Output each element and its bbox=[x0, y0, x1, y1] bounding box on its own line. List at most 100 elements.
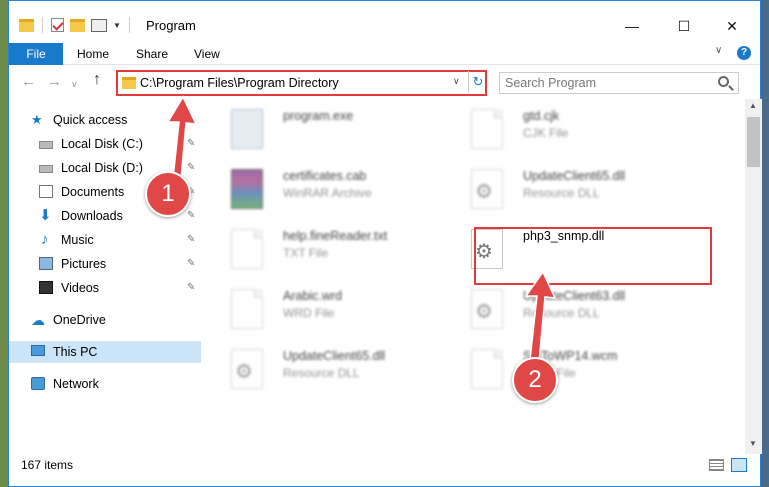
file-name: UpdateClient65.dll bbox=[283, 349, 386, 363]
network-icon bbox=[31, 377, 45, 390]
file-type: Resource DLL bbox=[523, 306, 600, 320]
file-item[interactable]: UpdateClient65.dll Resource DLL bbox=[449, 165, 679, 221]
new-folder-icon[interactable] bbox=[70, 18, 85, 32]
sidebar-item-label: Music bbox=[61, 233, 94, 247]
pictures-icon bbox=[39, 257, 53, 270]
navigation-bar: ← → ∨ ↑ C:\Program Files\Program Directo… bbox=[9, 67, 760, 99]
sidebar-item-local-disk-c[interactable]: Local Disk (C:) ✎ bbox=[9, 133, 201, 155]
step-badge-1: 1 bbox=[145, 171, 191, 217]
pin-icon[interactable]: ✎ bbox=[187, 205, 195, 227]
properties-icon[interactable] bbox=[91, 18, 107, 32]
step-badge-2: 2 bbox=[512, 357, 558, 403]
folder-icon bbox=[19, 18, 34, 32]
ribbon: File Home Share View ∨ ? bbox=[9, 43, 760, 65]
sidebar-item-label: Documents bbox=[61, 185, 125, 199]
tab-share[interactable]: Share bbox=[136, 43, 168, 65]
onedrive-icon: ☁ bbox=[31, 312, 45, 328]
vertical-scrollbar[interactable]: ▲ ▼ bbox=[745, 99, 762, 454]
file-name: gtd.cjk bbox=[523, 109, 560, 123]
file-name: UpdateClient65.dll bbox=[523, 169, 626, 183]
file-name: Arabic.wrd bbox=[283, 289, 343, 303]
up-button[interactable]: ↑ bbox=[93, 71, 101, 89]
sidebar-item-label: Pictures bbox=[61, 257, 107, 271]
file-item[interactable]: Arabic.wrd WRD File bbox=[209, 285, 439, 341]
item-count: 167 items bbox=[21, 458, 74, 472]
scroll-down-icon[interactable]: ▼ bbox=[749, 439, 757, 448]
dll-icon bbox=[471, 289, 503, 329]
details-view-icon[interactable] bbox=[709, 459, 724, 471]
search-box[interactable] bbox=[499, 72, 739, 94]
folder-icon bbox=[122, 77, 136, 89]
sidebar-item-label: OneDrive bbox=[53, 313, 106, 327]
winrar-icon bbox=[231, 169, 263, 209]
close-button[interactable]: ✕ bbox=[709, 11, 755, 41]
pin-icon[interactable]: ✎ bbox=[187, 157, 195, 179]
sidebar-item-network[interactable]: Network bbox=[9, 373, 201, 395]
forward-button[interactable]: → bbox=[47, 73, 62, 90]
recent-locations-button[interactable]: ∨ bbox=[71, 79, 78, 90]
star-icon: ★ bbox=[31, 112, 43, 127]
tab-home[interactable]: Home bbox=[77, 43, 109, 65]
refresh-button[interactable]: ↻ bbox=[468, 71, 487, 93]
file-type: TXT File bbox=[283, 246, 329, 260]
search-input[interactable] bbox=[505, 76, 705, 90]
file-name: help.fineReader.txt bbox=[283, 229, 388, 243]
file-type: Resource DLL bbox=[523, 186, 600, 200]
help-icon[interactable]: ? bbox=[737, 46, 751, 60]
sidebar-item-videos[interactable]: Videos ✎ bbox=[9, 277, 201, 299]
file-item[interactable]: UpdateClient63.dll Resource DLL bbox=[449, 285, 679, 341]
tab-file[interactable]: File bbox=[9, 43, 63, 65]
file-name: certificates.cab bbox=[283, 169, 367, 183]
address-bar[interactable]: C:\Program Files\Program Directory ∨ ↻ bbox=[116, 70, 487, 96]
address-path[interactable]: C:\Program Files\Program Directory bbox=[140, 76, 339, 90]
dll-icon bbox=[231, 349, 263, 389]
minimize-button[interactable]: — bbox=[609, 11, 655, 41]
customize-toolbar-icon[interactable]: ▼ bbox=[113, 21, 121, 30]
checkmark-icon[interactable] bbox=[51, 18, 64, 32]
file-type: Resource DLL bbox=[283, 366, 360, 380]
title-bar: ▼ Program — ☐ ✕ bbox=[9, 1, 760, 43]
file-item[interactable]: SldToWP14.wcm WCM File bbox=[449, 345, 679, 401]
sidebar-item-pictures[interactable]: Pictures ✎ bbox=[9, 253, 201, 275]
address-dropdown-icon[interactable]: ∨ bbox=[453, 76, 460, 87]
sidebar-item-label: Downloads bbox=[61, 209, 123, 223]
sidebar-item-label: Quick access bbox=[53, 113, 128, 127]
file-icon bbox=[231, 229, 263, 269]
tab-view[interactable]: View bbox=[194, 43, 220, 65]
file-item[interactable]: UpdateClient65.dll Resource DLL bbox=[209, 345, 439, 401]
file-name: program.exe bbox=[283, 109, 354, 123]
sidebar-item-music[interactable]: ♪ Music ✎ bbox=[9, 229, 201, 251]
scroll-up-icon[interactable]: ▲ bbox=[749, 101, 757, 110]
sidebar-item-onedrive[interactable]: ☁ OneDrive bbox=[9, 309, 201, 331]
file-item[interactable]: program.exe bbox=[209, 105, 439, 161]
expand-ribbon-icon[interactable]: ∨ bbox=[715, 45, 722, 56]
file-type: WinRAR Archive bbox=[283, 186, 372, 200]
videos-icon bbox=[39, 281, 53, 294]
file-name: UpdateClient63.dll bbox=[523, 289, 626, 303]
pin-icon[interactable]: ✎ bbox=[187, 277, 195, 299]
file-type: WRD File bbox=[283, 306, 335, 320]
file-icon bbox=[231, 289, 263, 329]
file-icon bbox=[471, 349, 503, 389]
explorer-window: ▼ Program — ☐ ✕ File Home Share View ∨ ?… bbox=[8, 0, 762, 487]
scroll-thumb[interactable] bbox=[747, 117, 760, 167]
sidebar-item-this-pc[interactable]: This PC bbox=[9, 341, 201, 363]
search-icon[interactable] bbox=[718, 76, 729, 87]
music-icon: ♪ bbox=[41, 231, 49, 248]
large-icons-view-icon[interactable] bbox=[731, 458, 747, 472]
maximize-button[interactable]: ☐ bbox=[661, 11, 707, 41]
file-type: CJK File bbox=[523, 126, 569, 140]
file-item[interactable]: gtd.cjk CJK File bbox=[449, 105, 679, 161]
this-pc-icon bbox=[31, 345, 45, 356]
download-icon: ⬇ bbox=[39, 207, 52, 224]
pin-icon[interactable]: ✎ bbox=[187, 133, 195, 155]
file-icon bbox=[471, 109, 503, 149]
pin-icon[interactable]: ✎ bbox=[187, 229, 195, 251]
disk-icon bbox=[39, 141, 53, 149]
file-item[interactable]: certificates.cab WinRAR Archive bbox=[209, 165, 439, 221]
sidebar-item-quick-access[interactable]: ★ Quick access bbox=[9, 109, 201, 131]
file-item[interactable]: help.fineReader.txt TXT File bbox=[209, 225, 439, 281]
disk-icon bbox=[39, 165, 53, 173]
pin-icon[interactable]: ✎ bbox=[187, 253, 195, 275]
back-button[interactable]: ← bbox=[21, 73, 36, 90]
